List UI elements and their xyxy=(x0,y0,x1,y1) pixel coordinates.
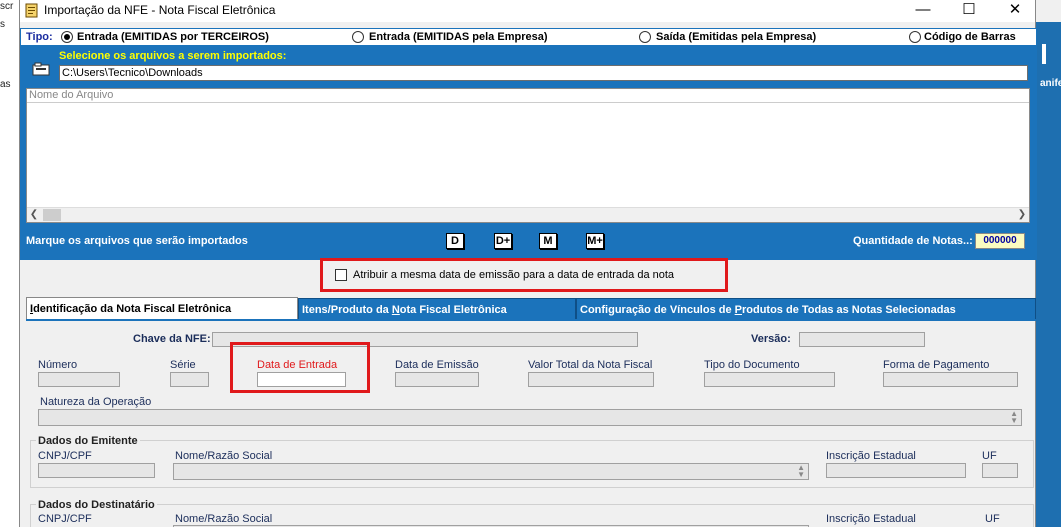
emitente-uf-field[interactable] xyxy=(982,463,1018,478)
same-date-checkbox[interactable] xyxy=(335,269,347,281)
versao-field[interactable] xyxy=(799,332,925,347)
data-entrada-label: Data de Entrada xyxy=(257,359,338,371)
emitente-cnpj-label: CNPJ/CPF xyxy=(38,450,92,462)
same-date-label[interactable]: Atribuir a mesma data de emissão para a … xyxy=(353,269,674,281)
natureza-field[interactable]: ▲ ▼ xyxy=(38,409,1022,426)
maximize-button[interactable]: ☐ xyxy=(946,0,992,22)
tipo-documento-label: Tipo do Documento xyxy=(704,359,800,371)
tab-configuracao-vinculos[interactable]: Configuração de Vínculos de Produtos de … xyxy=(576,298,1036,321)
destinatario-uf-label: UF xyxy=(985,513,1000,525)
scroll-down-icon[interactable]: ▼ xyxy=(797,470,805,479)
destinatario-nome-label: Nome/Razão Social xyxy=(175,513,273,525)
scroll-thumb[interactable] xyxy=(43,209,61,221)
background-text-fragment: as xyxy=(0,79,11,90)
emitente-cnpj-field[interactable] xyxy=(38,463,155,478)
radio-label[interactable]: Saída (Emitidas pela Empresa) xyxy=(656,31,816,43)
background-text-fragment: s xyxy=(0,19,5,30)
forma-pagamento-field[interactable] xyxy=(883,372,1018,387)
tab-itens-produto[interactable]: Itens/Produto da Nota Fiscal Eletrônica xyxy=(298,298,576,321)
minimize-button[interactable]: — xyxy=(900,0,946,22)
destinatario-ie-label: Inscrição Estadual xyxy=(826,513,916,525)
scroll-down-icon[interactable]: ▼ xyxy=(1010,416,1018,425)
radio-saida-empresa[interactable] xyxy=(639,31,651,43)
background-app-left: scr s as xyxy=(0,0,20,527)
column-header-nome-arquivo[interactable]: Nome do Arquivo xyxy=(27,89,1029,103)
valor-total-field[interactable] xyxy=(528,372,654,387)
versao-label: Versão: xyxy=(751,333,791,345)
radio-label[interactable]: Entrada (EMITIDAS pela Empresa) xyxy=(369,31,548,43)
natureza-label: Natureza da Operação xyxy=(40,396,152,408)
destinatario-title: Dados do Destinatário xyxy=(36,499,157,511)
nfe-import-window: Importação da NFE - Nota Fiscal Eletrôni… xyxy=(19,0,1037,527)
numero-field[interactable] xyxy=(38,372,120,387)
marcar-button[interactable]: M xyxy=(539,233,557,249)
valor-total-label: Valor Total da Nota Fiscal xyxy=(528,359,653,371)
radio-label[interactable]: Entrada (EMITIDAS por TERCEIROS) xyxy=(77,31,269,43)
emitente-nome-label: Nome/Razão Social xyxy=(175,450,273,462)
background-text-fragment: scr xyxy=(0,1,14,12)
path-input[interactable]: C:\Users\Tecnico\Downloads xyxy=(59,65,1028,81)
scroll-right-icon[interactable]: ❯ xyxy=(1015,208,1029,222)
background-app-right: anife xyxy=(1036,22,1061,527)
serie-field[interactable] xyxy=(170,372,209,387)
manifest-icon xyxy=(1042,44,1056,64)
radio-entrada-empresa[interactable] xyxy=(352,31,364,43)
background-text-fragment: anife xyxy=(1040,78,1061,89)
numero-label: Número xyxy=(38,359,78,371)
serie-label: Série xyxy=(170,359,196,371)
tipo-label: Tipo: xyxy=(26,31,53,43)
app-icon xyxy=(25,3,38,18)
data-entrada-field[interactable] xyxy=(257,372,346,387)
desmarcar-button[interactable]: D xyxy=(446,233,464,249)
tipo-bar: Tipo: Entrada (EMITIDAS por TERCEIROS) E… xyxy=(20,28,1037,46)
mark-files-label: Marque os arquivos que serão importados xyxy=(26,235,248,247)
destinatario-cnpj-label: CNPJ/CPF xyxy=(38,513,92,525)
data-emissao-field[interactable] xyxy=(395,372,479,387)
tab-identificacao[interactable]: Identificação da Nota Fiscal Eletrônica xyxy=(26,297,298,320)
close-button[interactable]: ✕ xyxy=(992,0,1038,22)
quantity-value: 000000 xyxy=(975,233,1025,249)
emitente-nome-field[interactable]: ▲ ▼ xyxy=(173,463,809,480)
emitente-ie-field[interactable] xyxy=(826,463,966,478)
forma-pagamento-label: Forma de Pagamento xyxy=(883,359,990,371)
window-title: Importação da NFE - Nota Fiscal Eletrôni… xyxy=(44,3,276,17)
title-bar: Importação da NFE - Nota Fiscal Eletrôni… xyxy=(20,0,1035,22)
radio-entrada-terceiros[interactable] xyxy=(61,31,73,43)
emitente-title: Dados do Emitente xyxy=(36,435,140,447)
quantity-label: Quantidade de Notas..: xyxy=(853,235,973,247)
file-selection-panel: Tipo: Entrada (EMITIDAS por TERCEIROS) E… xyxy=(20,28,1037,260)
folder-icon[interactable] xyxy=(32,62,50,76)
radio-codigo-barras[interactable] xyxy=(909,31,921,43)
tipo-documento-field[interactable] xyxy=(704,372,835,387)
radio-label[interactable]: Código de Barras xyxy=(924,31,1016,43)
marcar-todos-button[interactable]: M+ xyxy=(586,233,604,249)
horizontal-scrollbar[interactable]: ❮ ❯ xyxy=(27,207,1029,222)
emitente-uf-label: UF xyxy=(982,450,997,462)
chave-label: Chave da NFE: xyxy=(133,333,211,345)
desmarcar-todos-button[interactable]: D+ xyxy=(494,233,512,249)
file-list[interactable]: Nome do Arquivo ❮ ❯ xyxy=(26,88,1030,223)
select-files-label: Selecione os arquivos a serem importados… xyxy=(59,50,287,62)
data-emissao-label: Data de Emissão xyxy=(395,359,479,371)
emitente-ie-label: Inscrição Estadual xyxy=(826,450,916,462)
scroll-left-icon[interactable]: ❮ xyxy=(27,208,41,222)
tab-underline xyxy=(26,319,1036,321)
